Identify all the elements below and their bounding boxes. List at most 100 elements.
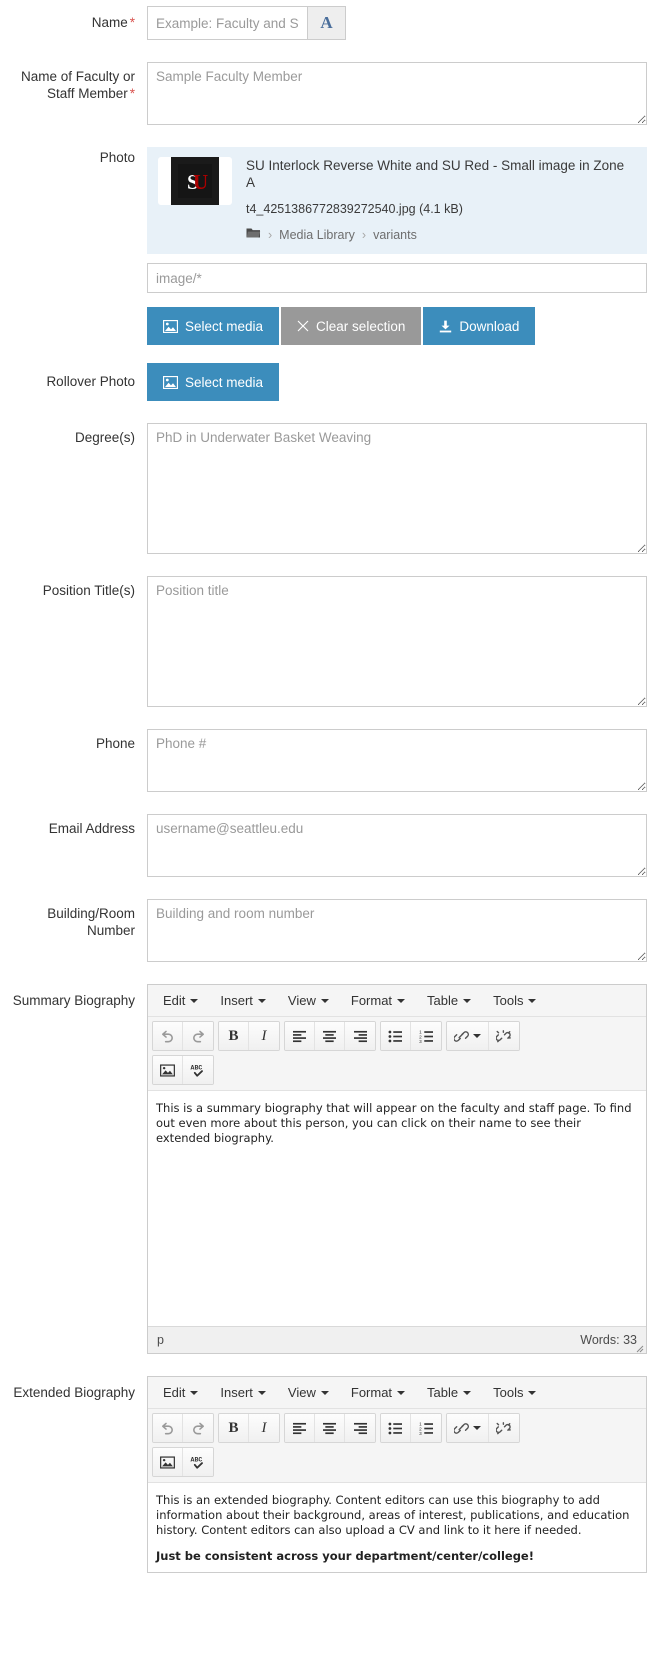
download-icon: [439, 320, 452, 333]
extended-paragraph-2: Just be consistent across your departmen…: [156, 1549, 534, 1563]
numbered-list-icon[interactable]: 123: [411, 1414, 441, 1442]
field-position-titles: [147, 576, 647, 707]
phone-textarea[interactable]: [147, 729, 647, 792]
menu-tools-label: Tools: [493, 993, 524, 1008]
field-phone: [147, 729, 647, 792]
faculty-name-textarea[interactable]: [147, 62, 647, 125]
unlink-icon[interactable]: [489, 1414, 519, 1442]
position-titles-textarea[interactable]: [147, 576, 647, 707]
summary-biography-content[interactable]: This is a summary biography that will ap…: [148, 1091, 646, 1326]
required-asterisk: *: [129, 86, 135, 101]
label-summary-biography: Summary Biography: [0, 984, 147, 1009]
menu-edit[interactable]: Edit: [152, 1380, 209, 1406]
media-thumbnail: S U: [158, 157, 232, 205]
breadcrumb-media-library[interactable]: Media Library: [279, 228, 355, 242]
menu-format-label: Format: [350, 1385, 393, 1400]
field-summary-biography: Edit Insert View Format Table Tools B I …: [147, 984, 647, 1354]
label-rollover-photo: Rollover Photo: [0, 363, 147, 390]
building-room-textarea[interactable]: [147, 899, 647, 962]
menu-table[interactable]: Table: [416, 1380, 482, 1406]
summary-paragraph: This is a summary biography that will ap…: [156, 1101, 632, 1145]
align-left-icon[interactable]: [285, 1414, 315, 1442]
field-rollover-photo: Select media: [147, 363, 647, 401]
label-extended-biography: Extended Biography: [0, 1376, 147, 1401]
toolbar-group-history: [152, 1021, 214, 1051]
spellcheck-icon[interactable]: ABC: [183, 1448, 213, 1476]
email-textarea[interactable]: [147, 814, 647, 877]
name-input[interactable]: [147, 6, 307, 40]
unlink-icon[interactable]: [489, 1022, 519, 1050]
form-row-email: Email Address: [0, 814, 647, 877]
label-photo-text: Photo: [99, 150, 135, 165]
required-asterisk: *: [129, 15, 135, 30]
text-style-button[interactable]: A: [307, 6, 346, 40]
chevron-down-icon: [190, 998, 199, 1003]
align-center-icon[interactable]: [315, 1414, 345, 1442]
label-rollover-photo-text: Rollover Photo: [46, 374, 135, 389]
label-phone: Phone: [0, 729, 147, 752]
undo-icon[interactable]: [153, 1022, 183, 1050]
chevron-down-icon: [257, 998, 266, 1003]
label-position-titles: Position Title(s): [0, 576, 147, 599]
label-faculty-name-line2: Staff Member: [46, 86, 128, 101]
field-photo: S U SU Interlock Reverse White and SU Re…: [147, 147, 647, 345]
menu-insert[interactable]: Insert: [209, 1380, 277, 1406]
numbered-list-icon[interactable]: 123: [411, 1022, 441, 1050]
toolbar-group-align: [284, 1413, 376, 1443]
select-media-button[interactable]: Select media: [147, 307, 280, 345]
align-left-icon[interactable]: [285, 1022, 315, 1050]
image-icon[interactable]: [153, 1056, 183, 1084]
align-right-icon[interactable]: [345, 1022, 375, 1050]
align-right-icon[interactable]: [345, 1414, 375, 1442]
redo-icon[interactable]: [183, 1022, 213, 1050]
label-faculty-name-line1: Name of Faculty or: [20, 69, 135, 84]
select-media-button-label: Select media: [185, 318, 264, 334]
menu-tools[interactable]: Tools: [482, 988, 547, 1014]
breadcrumb-separator: ›: [361, 227, 367, 242]
chevron-down-icon: [473, 1426, 481, 1430]
bold-icon[interactable]: B: [219, 1414, 249, 1442]
bullet-list-icon[interactable]: [381, 1414, 411, 1442]
menu-edit[interactable]: Edit: [152, 988, 209, 1014]
menu-tools-label: Tools: [493, 1385, 524, 1400]
menu-view[interactable]: View: [277, 988, 340, 1014]
italic-icon[interactable]: I: [249, 1414, 279, 1442]
mime-type-input[interactable]: [147, 263, 647, 293]
menu-format[interactable]: Format: [340, 1380, 416, 1406]
link-icon[interactable]: [447, 1022, 489, 1050]
redo-icon[interactable]: [183, 1414, 213, 1442]
image-icon[interactable]: [153, 1448, 183, 1476]
menu-view[interactable]: View: [277, 1380, 340, 1406]
extended-paragraph-1: This is an extended biography. Content e…: [156, 1493, 630, 1537]
menu-format[interactable]: Format: [340, 988, 416, 1014]
link-icon[interactable]: [447, 1414, 489, 1442]
download-button[interactable]: Download: [423, 307, 536, 345]
spellcheck-icon[interactable]: ABC: [183, 1056, 213, 1084]
label-position-titles-text: Position Title(s): [42, 583, 135, 598]
svg-text:3: 3: [419, 1431, 422, 1435]
breadcrumb-variants[interactable]: variants: [373, 228, 417, 242]
italic-icon[interactable]: I: [249, 1022, 279, 1050]
resize-handle[interactable]: [634, 1342, 644, 1353]
chevron-down-icon: [473, 1034, 481, 1038]
menu-insert-label: Insert: [220, 1385, 253, 1400]
element-path[interactable]: p: [157, 1333, 164, 1347]
rollover-select-media-button[interactable]: Select media: [147, 363, 280, 401]
label-summary-biography-text: Summary Biography: [12, 993, 135, 1008]
menu-insert[interactable]: Insert: [209, 988, 277, 1014]
toolbar-group-align: [284, 1021, 376, 1051]
label-building-room: Building/Room Number: [0, 899, 147, 939]
bullet-list-icon[interactable]: [381, 1022, 411, 1050]
align-center-icon[interactable]: [315, 1022, 345, 1050]
bold-icon[interactable]: B: [219, 1022, 249, 1050]
degrees-textarea[interactable]: [147, 423, 647, 554]
undo-icon[interactable]: [153, 1414, 183, 1442]
menu-table[interactable]: Table: [416, 988, 482, 1014]
menu-tools[interactable]: Tools: [482, 1380, 547, 1406]
toolbar-group-insert: ABC: [152, 1055, 214, 1085]
form-row-position-titles: Position Title(s): [0, 576, 647, 707]
menu-insert-label: Insert: [220, 993, 253, 1008]
summary-editor-statusbar: p Words: 33: [148, 1326, 646, 1353]
extended-biography-content[interactable]: This is an extended biography. Content e…: [148, 1483, 646, 1572]
clear-selection-button[interactable]: Clear selection: [281, 307, 422, 345]
